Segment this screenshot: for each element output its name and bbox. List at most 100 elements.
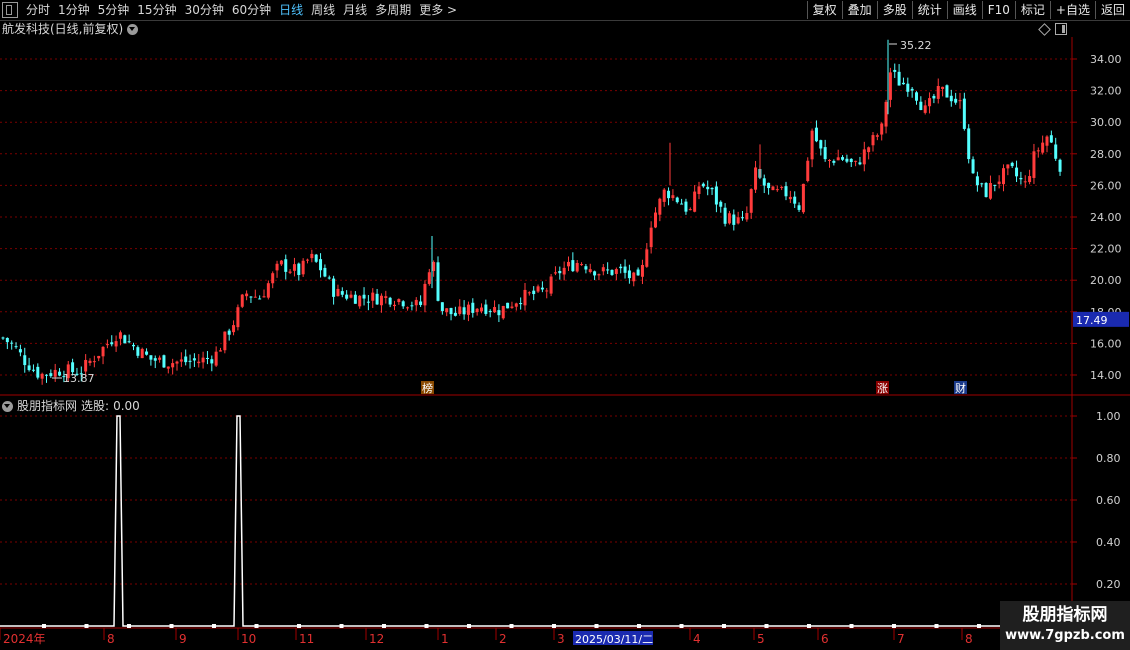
candle-body bbox=[423, 283, 427, 306]
candle-body bbox=[632, 272, 636, 282]
time-tick-label: 9 bbox=[179, 632, 187, 646]
signal-dot bbox=[127, 624, 131, 628]
candle-body bbox=[767, 182, 771, 189]
price-tick-label: 30.00 bbox=[1090, 116, 1122, 129]
signal-dot bbox=[849, 624, 854, 628]
candle-body bbox=[1041, 142, 1045, 153]
candle-body bbox=[597, 274, 601, 276]
watermark-name: 股朋指标网 bbox=[1022, 605, 1108, 625]
candle-body bbox=[5, 337, 9, 343]
event-marker-zhang: 涨 bbox=[877, 382, 888, 395]
candle-body bbox=[1019, 177, 1023, 180]
candle-body bbox=[540, 287, 544, 290]
candle-body bbox=[1023, 181, 1027, 183]
candle-body bbox=[258, 298, 262, 300]
candle-body bbox=[745, 213, 749, 220]
candle-body bbox=[223, 331, 227, 351]
series-value: 0.00 bbox=[113, 399, 140, 413]
candle-body bbox=[362, 294, 366, 299]
signal-dot bbox=[764, 624, 769, 628]
candle-body bbox=[1010, 162, 1014, 167]
candle-body bbox=[188, 360, 192, 362]
candle-body bbox=[1045, 136, 1049, 146]
indicator-tick-label: 0.60 bbox=[1096, 494, 1121, 507]
candle-body bbox=[932, 95, 936, 99]
candle-body bbox=[384, 296, 388, 298]
candle-body bbox=[527, 292, 531, 294]
candle-body bbox=[123, 335, 127, 344]
candle-body bbox=[688, 209, 692, 211]
candle-body bbox=[319, 259, 323, 271]
candle-body bbox=[262, 296, 266, 298]
candle-body bbox=[184, 356, 188, 363]
candle-body bbox=[214, 351, 218, 366]
candle-body bbox=[945, 85, 949, 98]
candle-body bbox=[980, 183, 984, 185]
candle-body bbox=[284, 259, 288, 272]
candle-body bbox=[14, 346, 18, 348]
candle-body bbox=[366, 301, 370, 303]
candle-body bbox=[132, 344, 135, 347]
candle-body bbox=[175, 361, 179, 364]
time-tick-label: 8 bbox=[107, 632, 115, 646]
price-tick-label: 32.00 bbox=[1090, 85, 1122, 98]
price-tick-label: 14.00 bbox=[1090, 369, 1122, 382]
candle-body bbox=[884, 101, 888, 127]
price-tick-label: 16.00 bbox=[1090, 337, 1122, 350]
candle-body bbox=[323, 267, 327, 277]
candle-body bbox=[610, 269, 614, 275]
candle-body bbox=[140, 348, 144, 359]
signal-dot bbox=[637, 624, 641, 628]
candle-body bbox=[475, 308, 479, 313]
candle-body bbox=[693, 191, 697, 212]
candle-body bbox=[436, 262, 440, 301]
candle-body bbox=[240, 294, 244, 307]
candle-body bbox=[53, 369, 57, 377]
candle-body bbox=[806, 160, 810, 181]
candle-body bbox=[449, 307, 453, 315]
candle-body bbox=[553, 272, 557, 274]
candle-body bbox=[880, 123, 884, 135]
candle-body bbox=[23, 355, 27, 366]
candle-body bbox=[171, 363, 175, 368]
candle-body bbox=[349, 294, 353, 298]
candle-body bbox=[197, 361, 201, 364]
time-tick-label: 2 bbox=[499, 632, 507, 646]
candle-body bbox=[279, 260, 283, 265]
candle-body bbox=[410, 305, 414, 307]
candle-body bbox=[210, 359, 214, 364]
candle-body bbox=[888, 72, 892, 100]
time-tick-label: 4 bbox=[693, 632, 701, 646]
candle-body bbox=[714, 186, 718, 205]
candle-body bbox=[266, 283, 270, 298]
candle-body bbox=[897, 71, 901, 86]
candle-body bbox=[345, 294, 349, 299]
candle-body bbox=[506, 302, 510, 309]
candle-body bbox=[784, 186, 788, 197]
time-tick-label: 6 bbox=[821, 632, 829, 646]
candle-body bbox=[458, 306, 462, 314]
candle-body bbox=[36, 366, 40, 378]
candle-body bbox=[84, 359, 88, 372]
chevron-down-icon[interactable] bbox=[2, 400, 13, 412]
chart-canvas[interactable]: 34.0032.0030.0028.0026.0024.0022.0020.00… bbox=[0, 0, 1130, 650]
candle-body bbox=[1032, 151, 1036, 178]
candle-body bbox=[732, 214, 736, 225]
candle-body bbox=[40, 373, 44, 379]
signal-dot bbox=[254, 624, 259, 628]
candle-body bbox=[580, 264, 584, 266]
candle-body bbox=[532, 290, 536, 295]
candle-body bbox=[819, 140, 823, 149]
candle-body bbox=[649, 227, 653, 248]
candle-body bbox=[484, 304, 488, 314]
candle-body bbox=[915, 92, 918, 101]
candle-body bbox=[1049, 135, 1053, 143]
candle-body bbox=[706, 186, 710, 190]
candle-body bbox=[105, 344, 109, 346]
candle-body bbox=[910, 88, 914, 91]
candle-body bbox=[832, 160, 836, 163]
candle-body bbox=[1028, 176, 1032, 183]
candle-body bbox=[919, 101, 923, 111]
candle-body bbox=[901, 82, 905, 85]
signal-dot bbox=[594, 624, 599, 628]
